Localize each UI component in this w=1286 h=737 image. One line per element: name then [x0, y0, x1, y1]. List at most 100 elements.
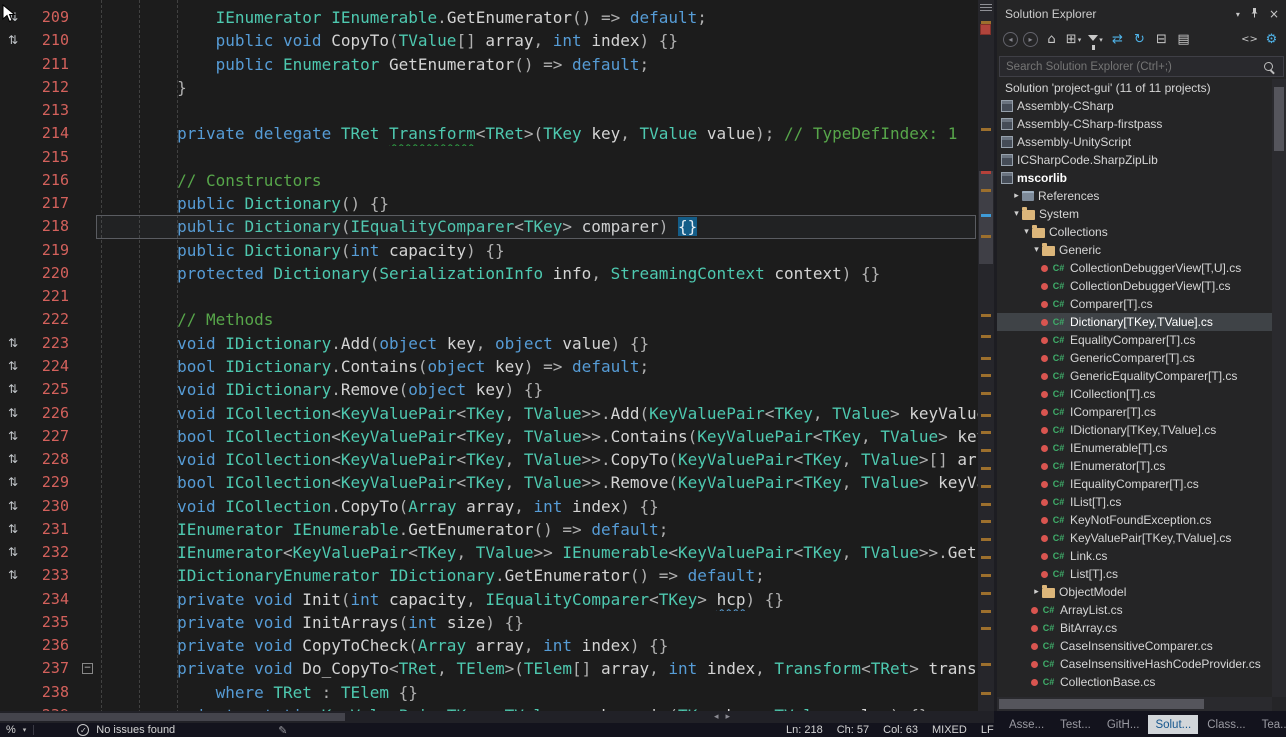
forward-button[interactable]: ▸	[1023, 32, 1038, 47]
interface-implementation-icon[interactable]: ⇅	[0, 541, 26, 564]
tree-item[interactable]: Assembly-CSharp	[997, 97, 1272, 115]
code-line[interactable]: 235 private void InitArrays(int size) {}	[0, 611, 978, 634]
tree-item[interactable]: Solution 'project-gui' (11 of 11 project…	[997, 79, 1272, 97]
line-ending-indicator[interactable]: MIXED	[932, 724, 967, 736]
show-all-files-button[interactable]: ▤	[1175, 30, 1192, 50]
zoom-level[interactable]: %	[6, 724, 16, 736]
code-line[interactable]: 219 public Dictionary(int capacity) {}	[0, 239, 978, 262]
document-health-indicator[interactable]	[980, 24, 991, 35]
code-line[interactable]: 216 // Constructors	[0, 169, 978, 192]
tree-item[interactable]: C#CaseInsensitiveComparer.cs	[997, 637, 1272, 655]
tree-vertical-scrollbar[interactable]	[1272, 79, 1286, 697]
tree-item[interactable]: ICSharpCode.SharpZipLib	[997, 151, 1272, 169]
tree-item[interactable]: C#Dictionary[TKey,TValue].cs	[997, 313, 1272, 331]
tree-item[interactable]: ▸References	[997, 187, 1272, 205]
split-editor-handle[interactable]	[980, 4, 992, 12]
tree-horizontal-scrollbar[interactable]	[997, 697, 1272, 711]
code-line[interactable]: ⇅209 IEnumerator IEnumerable.GetEnumerat…	[0, 6, 978, 29]
code-line[interactable]: ⇅223 void IDictionary.Add(object key, ob…	[0, 332, 978, 355]
properties-button[interactable]: ⚙	[1263, 30, 1280, 50]
tree-item[interactable]: C#GenericEqualityComparer[T].cs	[997, 367, 1272, 385]
code-line[interactable]: ⇅232 IEnumerator<KeyValuePair<TKey, TVal…	[0, 541, 978, 564]
code-line[interactable]: 217 public Dictionary() {}	[0, 192, 978, 215]
tree-item[interactable]: C#IEnumerator[T].cs	[997, 457, 1272, 475]
tree-item[interactable]: ▾Generic	[997, 241, 1272, 259]
tree-item[interactable]: C#CaseInsensitiveHashCodeProvider.cs	[997, 655, 1272, 673]
tool-window-tab[interactable]: Class...	[1200, 715, 1252, 734]
tree-item[interactable]: C#ICollection[T].cs	[997, 385, 1272, 403]
code-line[interactable]: 218 public Dictionary(IEqualityComparer<…	[0, 215, 978, 238]
interface-implementation-icon[interactable]: ⇅	[0, 564, 26, 587]
scroll-right-icon[interactable]: ▸	[726, 712, 731, 722]
tree-item[interactable]: C#CollectionDebuggerView[T,U].cs	[997, 259, 1272, 277]
tree-item[interactable]: ▾System	[997, 205, 1272, 223]
tree-item[interactable]: C#CollectionBase.cs	[997, 673, 1272, 691]
code-line[interactable]: 214 private delegate TRet Transform<TRet…	[0, 122, 978, 145]
code-line[interactable]: 234 private void Init(int capacity, IEqu…	[0, 588, 978, 611]
expanded-arrow-icon[interactable]: ▾	[1011, 209, 1022, 219]
refresh-button[interactable]: ↻	[1131, 30, 1148, 50]
tree-item[interactable]: C#ArrayList.cs	[997, 601, 1272, 619]
tool-window-tab[interactable]: Asse...	[1002, 715, 1051, 734]
code-line[interactable]: ⇅210 public void CopyTo(TValue[] array, …	[0, 29, 978, 52]
tree-item[interactable]: C#IDictionary[TKey,TValue].cs	[997, 421, 1272, 439]
tree-item[interactable]: C#KeyValuePair[TKey,TValue].cs	[997, 529, 1272, 547]
window-position-icon[interactable]: ▾	[1236, 10, 1240, 19]
tool-window-tab[interactable]: Tea...	[1255, 715, 1286, 734]
close-icon[interactable]: ×	[1269, 7, 1279, 21]
sync-with-active-document-button[interactable]: ⇄	[1109, 30, 1126, 50]
issues-check-icon[interactable]: ✓	[77, 724, 89, 736]
home-button[interactable]: ⌂	[1043, 30, 1060, 50]
code-line[interactable]: 213	[0, 99, 978, 122]
tree-item[interactable]: C#EqualityComparer[T].cs	[997, 331, 1272, 349]
code-line[interactable]: ⇅225 void IDictionary.Remove(object key)…	[0, 378, 978, 401]
interface-implementation-icon[interactable]: ⇅	[0, 402, 26, 425]
chevron-down-icon[interactable]: ▾	[23, 726, 27, 734]
switch-views-button[interactable]: ⊞▾	[1065, 30, 1082, 50]
code-line[interactable]: ⇅231 IEnumerator IEnumerable.GetEnumerat…	[0, 518, 978, 541]
tree-item[interactable]: C#IList[T].cs	[997, 493, 1272, 511]
tree-item[interactable]: C#GenericComparer[T].cs	[997, 349, 1272, 367]
code-line[interactable]: 211 public Enumerator GetEnumerator() =>…	[0, 53, 978, 76]
fold-collapse-box[interactable]: −	[82, 663, 93, 674]
code-line[interactable]: 221	[0, 285, 978, 308]
interface-implementation-icon[interactable]: ⇅	[0, 448, 26, 471]
scrollbar-thumb[interactable]	[999, 699, 1204, 709]
code-line[interactable]: ⇅227 bool ICollection<KeyValuePair<TKey,…	[0, 425, 978, 448]
pending-changes-filter-button[interactable]: ▾	[1087, 30, 1104, 50]
interface-implementation-icon[interactable]: ⇅	[0, 355, 26, 378]
interface-implementation-icon[interactable]: ⇅	[0, 518, 26, 541]
code-line[interactable]: 222 // Methods	[0, 308, 978, 331]
search-icon[interactable]	[1264, 62, 1273, 71]
tree-item[interactable]: C#IComparer[T].cs	[997, 403, 1272, 421]
tree-item[interactable]: C#IEnumerable[T].cs	[997, 439, 1272, 457]
column-indicator[interactable]: Col: 63	[883, 724, 918, 736]
code-line[interactable]: ⇅233 IDictionaryEnumerator IDictionary.G…	[0, 564, 978, 587]
line-indicator[interactable]: Ln: 218	[786, 724, 823, 736]
tree-item[interactable]: ▸ObjectModel	[997, 583, 1272, 601]
interface-implementation-icon[interactable]: ⇅	[0, 332, 26, 355]
code-line[interactable]: ⇅229 bool ICollection<KeyValuePair<TKey,…	[0, 471, 978, 494]
code-editor[interactable]: ⇅209 IEnumerator IEnumerable.GetEnumerat…	[0, 0, 978, 713]
view-code-button[interactable]: <>	[1241, 30, 1258, 50]
collapsed-arrow-icon[interactable]: ▸	[1011, 191, 1022, 201]
code-line[interactable]: 237− private void Do_CopyTo<TRet, TElem>…	[0, 657, 978, 680]
interface-implementation-icon[interactable]: ⇅	[0, 471, 26, 494]
expanded-arrow-icon[interactable]: ▾	[1021, 227, 1032, 237]
tree-item[interactable]: C#IEqualityComparer[T].cs	[997, 475, 1272, 493]
back-button[interactable]: ◂	[1003, 32, 1018, 47]
code-line[interactable]: 220 protected Dictionary(SerializationIn…	[0, 262, 978, 285]
issues-status[interactable]: No issues found	[96, 724, 175, 736]
code-line[interactable]: 215	[0, 146, 978, 169]
code-line[interactable]: 212 }	[0, 76, 978, 99]
tree-item[interactable]: C#KeyNotFoundException.cs	[997, 511, 1272, 529]
interface-implementation-icon[interactable]: ⇅	[0, 378, 26, 401]
tree-item[interactable]: C#List[T].cs	[997, 565, 1272, 583]
scrollbar-thumb[interactable]	[979, 171, 993, 264]
code-line[interactable]: 238 where TRet : TElem {}	[0, 681, 978, 704]
tool-window-tab[interactable]: GitH...	[1100, 715, 1147, 734]
search-input[interactable]	[1000, 61, 1264, 73]
tree-item[interactable]: C#CollectionDebuggerView[T].cs	[997, 277, 1272, 295]
tool-window-tab[interactable]: Test...	[1053, 715, 1098, 734]
code-line[interactable]: 236 private void CopyToCheck(Array array…	[0, 634, 978, 657]
